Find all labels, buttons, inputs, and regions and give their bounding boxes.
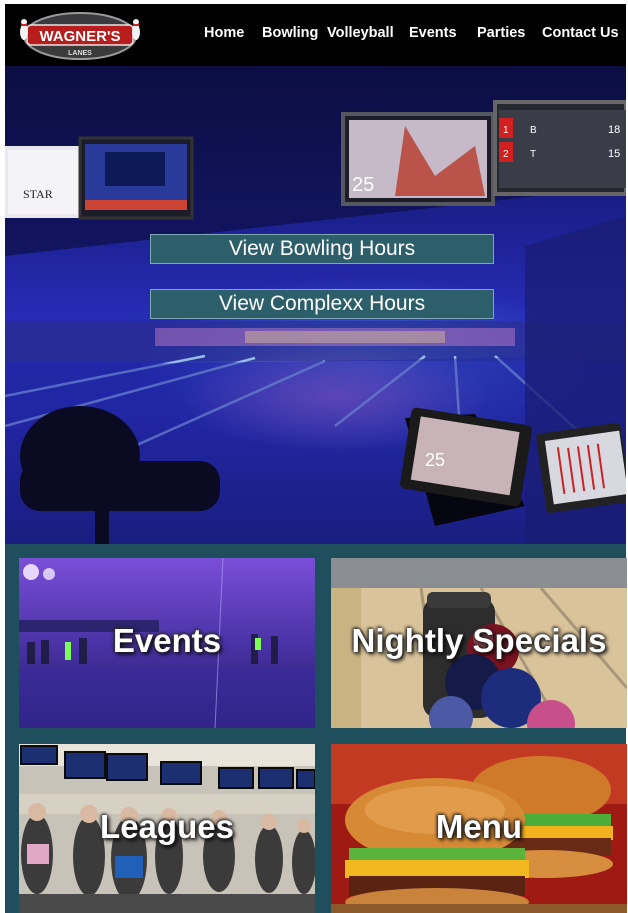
leagues-tile[interactable]: Leagues bbox=[19, 744, 315, 913]
screen-player-2: T bbox=[530, 149, 536, 160]
nightly-specials-tile-label: Nightly Specials bbox=[351, 622, 607, 659]
screen-row-1: 1 bbox=[503, 125, 509, 136]
logo-text: WAGNER'S bbox=[39, 28, 120, 45]
view-complexx-hours-button[interactable]: View Complexx Hours bbox=[150, 289, 494, 319]
right-tv-screens: 25 1 2 B T 18 15 bbox=[341, 100, 626, 206]
nav-bowling[interactable]: Bowling bbox=[262, 25, 318, 41]
nav-home[interactable]: Home bbox=[204, 25, 244, 41]
site-header: WAGNER'S LANES Home Bowling Volleyball E… bbox=[5, 4, 626, 66]
logo-graphic: WAGNER'S LANES bbox=[20, 12, 140, 60]
events-tile-label: Events bbox=[112, 622, 222, 659]
screen-total-1: 18 bbox=[608, 124, 620, 136]
nav-contact-us[interactable]: Contact Us bbox=[542, 25, 619, 41]
logo-subtext: LANES bbox=[68, 50, 92, 57]
feature-tiles-grid: Events Nightly Specials Leagues Menu bbox=[5, 544, 627, 913]
screen-total-2: 15 bbox=[608, 148, 620, 160]
screen-player-1: B bbox=[530, 125, 537, 136]
nav-volleyball[interactable]: Volleyball bbox=[327, 25, 394, 41]
wagners-lanes-logo[interactable]: WAGNER'S LANES bbox=[17, 10, 143, 62]
menu-tile-label: Menu bbox=[435, 808, 523, 845]
events-tile[interactable]: Events bbox=[19, 558, 315, 728]
hero-bowling-photo: STAR 25 1 2 B T 18 15 25 View Bowling Ho… bbox=[5, 66, 626, 544]
nightly-specials-tile[interactable]: Nightly Specials bbox=[331, 558, 627, 728]
menu-tile[interactable]: Menu bbox=[331, 744, 627, 913]
nav-events[interactable]: Events bbox=[409, 25, 457, 41]
leagues-tile-label: Leagues bbox=[100, 808, 234, 845]
pin-right-icon bbox=[132, 19, 140, 40]
screen-score-a: 25 bbox=[352, 174, 374, 196]
view-bowling-hours-button[interactable]: View Bowling Hours bbox=[150, 234, 494, 264]
nav-parties[interactable]: Parties bbox=[477, 25, 525, 41]
screen-star-text: STAR bbox=[23, 187, 53, 201]
pin-left-icon bbox=[20, 19, 28, 40]
main-nav: Home Bowling Volleyball Events Parties C… bbox=[203, 4, 626, 66]
tablet-score: 25 bbox=[425, 450, 445, 470]
screen-row-2: 2 bbox=[503, 149, 509, 160]
left-tv-screen: STAR bbox=[5, 136, 194, 220]
